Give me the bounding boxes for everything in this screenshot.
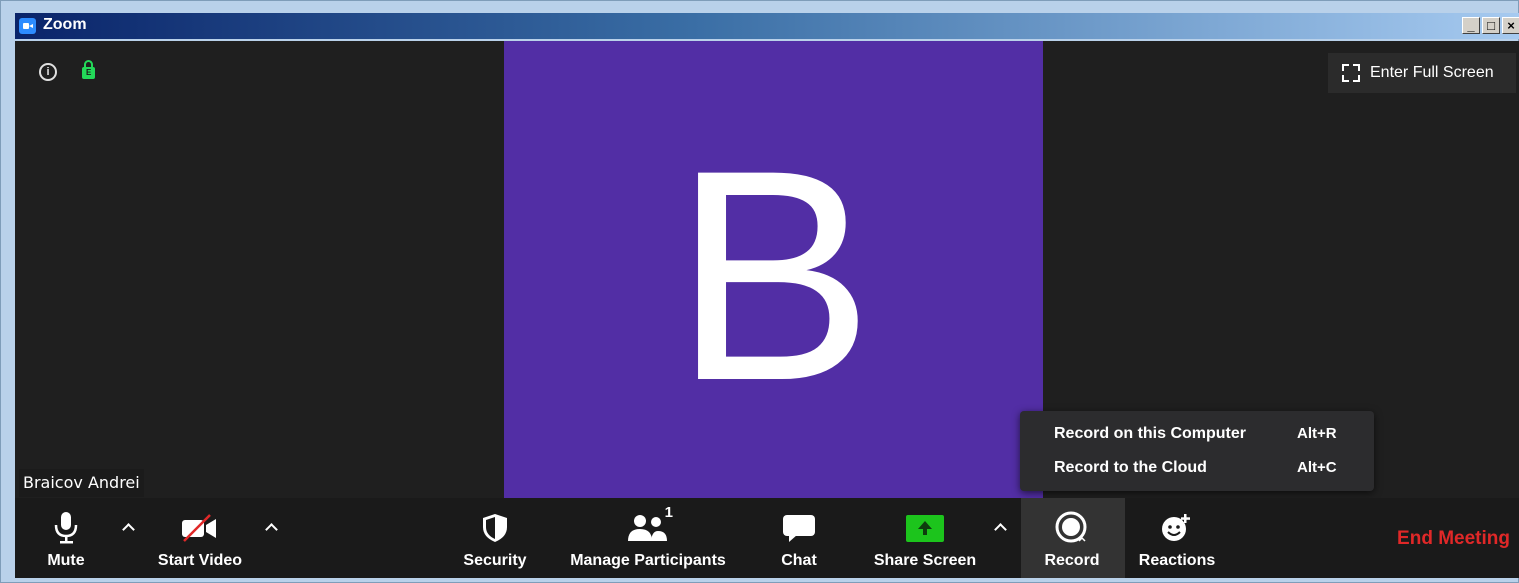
meeting-area: i E B Enter Full Screen Braicov Andrei R… xyxy=(15,41,1519,578)
manage-participants-label: Manage Participants xyxy=(570,552,726,569)
chat-label: Chat xyxy=(781,552,817,569)
record-icon xyxy=(1055,508,1089,548)
close-button[interactable]: × xyxy=(1502,17,1519,34)
enter-full-screen-button[interactable]: Enter Full Screen xyxy=(1328,53,1516,93)
share-screen-label: Share Screen xyxy=(873,552,977,569)
video-options-caret-icon[interactable] xyxy=(266,522,276,532)
record-menu: Record on this Computer Alt+R Record to … xyxy=(1020,411,1374,491)
avatar-initial: B xyxy=(673,106,874,443)
record-on-computer-item[interactable]: Record on this Computer xyxy=(1054,425,1246,443)
manage-participants-button[interactable]: 1 Manage Participants xyxy=(563,498,733,578)
smiley-plus-icon xyxy=(1160,508,1194,548)
fullscreen-label: Enter Full Screen xyxy=(1370,64,1494,81)
window-controls: _ □ × xyxy=(1462,17,1519,34)
fullscreen-icon xyxy=(1342,64,1360,82)
participant-count-badge: 1 xyxy=(664,504,673,521)
record-to-cloud-shortcut: Alt+C xyxy=(1297,459,1337,476)
reactions-label: Reactions xyxy=(1138,552,1216,569)
participant-name-label: Braicov Andrei xyxy=(19,469,144,497)
chat-button[interactable]: Chat xyxy=(774,498,824,578)
mute-button[interactable]: Mute xyxy=(41,498,91,578)
lock-letter: E xyxy=(86,68,92,77)
start-video-label: Start Video xyxy=(157,552,243,569)
maximize-button[interactable]: □ xyxy=(1482,17,1500,34)
participants-icon: 1 xyxy=(627,504,673,548)
microphone-icon xyxy=(53,508,79,548)
record-button[interactable]: Record xyxy=(1037,498,1107,578)
share-screen-icon xyxy=(905,508,945,548)
meeting-toolbar: Mute Start Video Security 1 Manage Parti… xyxy=(15,498,1519,578)
title-bar: Zoom _ □ × xyxy=(15,13,1519,39)
encryption-lock-icon[interactable]: E xyxy=(82,60,95,79)
reactions-button[interactable]: Reactions xyxy=(1132,498,1222,578)
window-title: Zoom xyxy=(43,16,87,33)
chat-bubble-icon xyxy=(782,508,816,548)
participant-avatar: B xyxy=(504,41,1043,498)
security-button[interactable]: Security xyxy=(455,498,535,578)
end-meeting-button[interactable]: End Meeting xyxy=(1397,528,1510,550)
record-on-computer-shortcut: Alt+R xyxy=(1297,425,1337,442)
share-options-caret-icon[interactable] xyxy=(995,522,1005,532)
shield-icon xyxy=(482,508,508,548)
mute-label: Mute xyxy=(47,552,85,569)
video-off-icon xyxy=(180,508,220,548)
record-to-cloud-item[interactable]: Record to the Cloud xyxy=(1054,459,1207,477)
zoom-window: Zoom _ □ × i E B Enter Full Screen Braic… xyxy=(0,0,1519,583)
start-video-button[interactable]: Start Video xyxy=(153,498,247,578)
record-label: Record xyxy=(1044,552,1100,569)
zoom-logo-icon xyxy=(19,18,36,34)
share-screen-button[interactable]: Share Screen xyxy=(870,498,980,578)
security-label: Security xyxy=(463,552,527,569)
audio-options-caret-icon[interactable] xyxy=(123,522,133,532)
minimize-button[interactable]: _ xyxy=(1462,17,1480,34)
info-icon[interactable]: i xyxy=(39,63,57,81)
